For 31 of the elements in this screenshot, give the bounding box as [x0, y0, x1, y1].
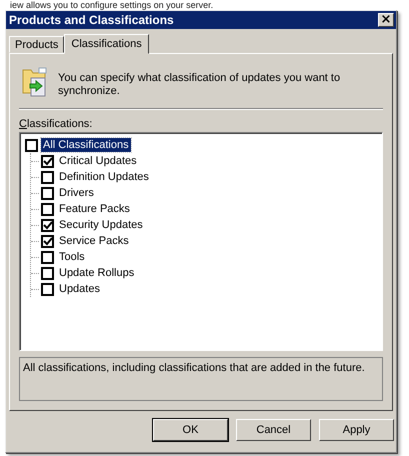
- tree-item[interactable]: Critical Updates: [57, 154, 139, 168]
- classifications-label: Classifications:: [19, 118, 92, 130]
- tree-item[interactable]: Tools: [57, 250, 87, 264]
- tab[interactable]: Classifications: [64, 34, 149, 54]
- checkbox[interactable]: [41, 250, 54, 264]
- tree-item[interactable]: Drivers: [57, 186, 96, 200]
- checkbox[interactable]: [41, 186, 54, 200]
- close-button[interactable]: ×: [378, 13, 394, 27]
- background-text: iew allows you to configure settings on your server.: [9, 0, 214, 10]
- tab[interactable]: Products: [9, 36, 64, 53]
- dialog-button[interactable]: Apply: [319, 419, 394, 441]
- checkbox[interactable]: [41, 218, 54, 232]
- checkbox[interactable]: [41, 202, 54, 216]
- dialog-button[interactable]: Cancel: [236, 419, 311, 441]
- tree-item[interactable]: Feature Packs: [57, 202, 132, 216]
- checkbox[interactable]: [41, 282, 54, 296]
- checkbox[interactable]: [41, 266, 54, 280]
- tree-item[interactable]: Update Rollups: [57, 266, 136, 280]
- tree-item[interactable]: Definition Updates: [57, 170, 151, 184]
- checkbox[interactable]: [41, 234, 54, 248]
- tree-item[interactable]: All Classifications: [41, 138, 131, 152]
- tree-item[interactable]: Updates: [57, 282, 102, 296]
- description-text: All classifications, including classifications that are added in the future.: [23, 362, 365, 374]
- window-title: Products and Classifications: [9, 13, 174, 27]
- tree-item[interactable]: Security Updates: [57, 218, 145, 232]
- tree-item[interactable]: Service Packs: [57, 234, 131, 248]
- dialog-button[interactable]: OK: [153, 419, 228, 441]
- checkbox[interactable]: [41, 170, 54, 184]
- intro-text: You can specify what classification of updates you want to synchronize.: [58, 71, 342, 98]
- checkbox[interactable]: [41, 154, 54, 168]
- checkbox[interactable]: [25, 138, 38, 152]
